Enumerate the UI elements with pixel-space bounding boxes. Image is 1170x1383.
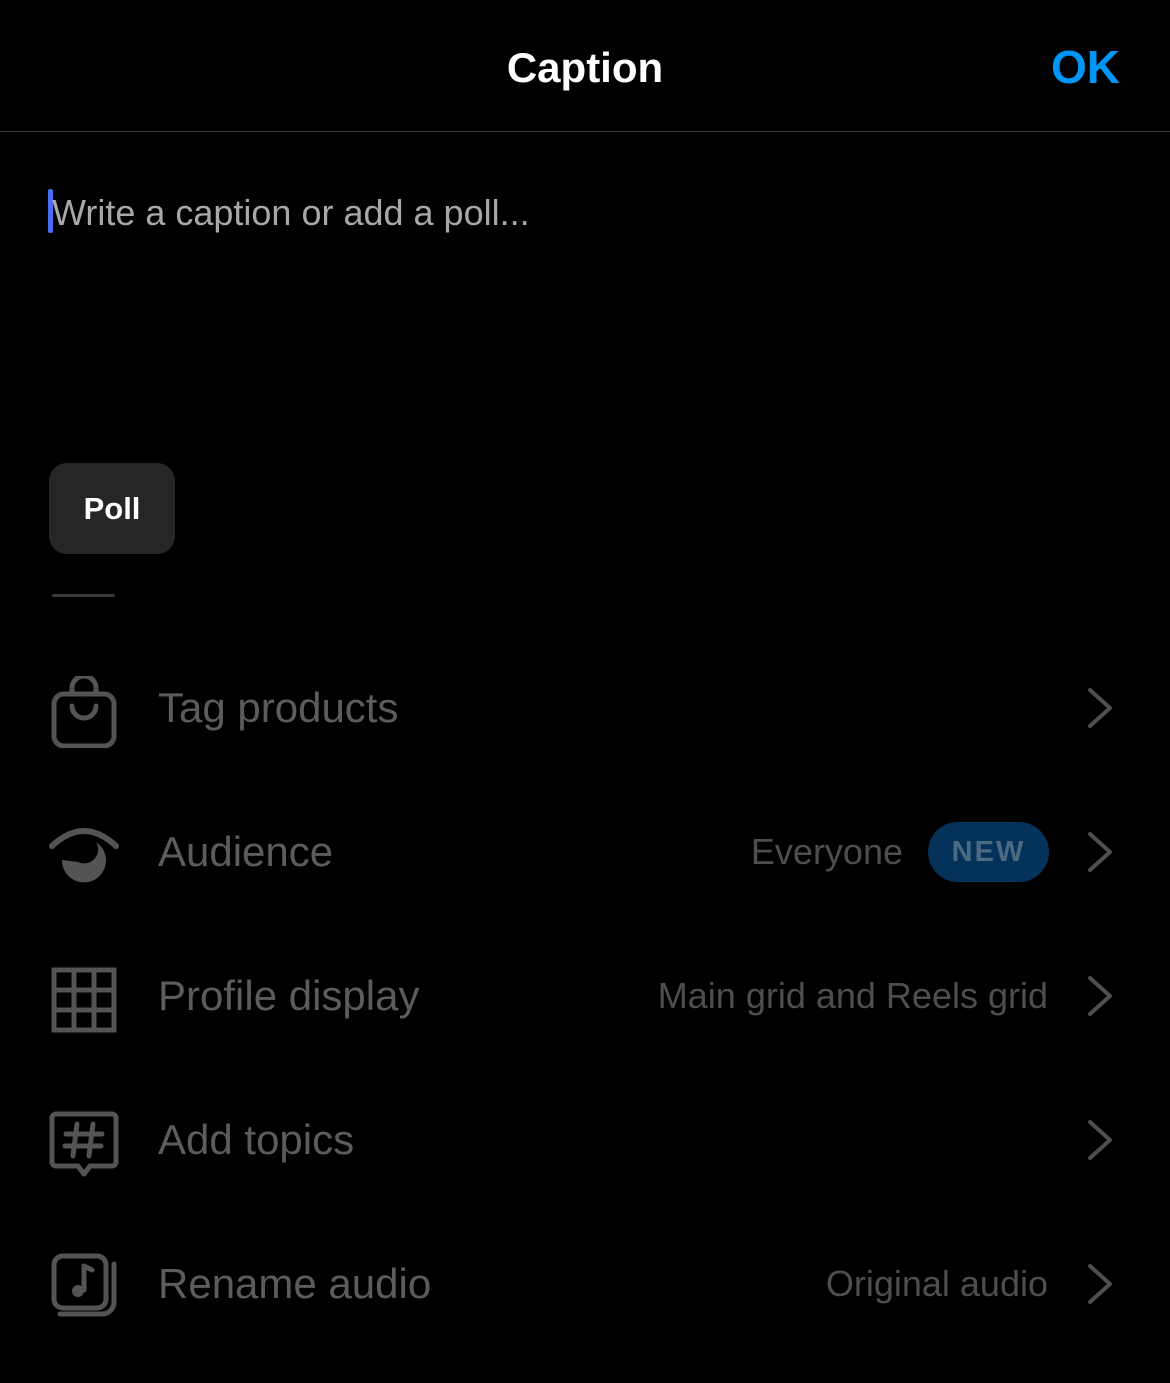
audience-value: Everyone (750, 831, 903, 872)
audience-eye-icon (48, 820, 120, 892)
rename-audio-value: Original audio (825, 1263, 1048, 1304)
hashtag-icon (48, 1108, 120, 1180)
add-topics-label: Add topics (158, 1116, 355, 1163)
chevron-right-icon (1080, 1118, 1120, 1162)
shopping-bag-icon (48, 673, 120, 749)
audience-row[interactable]: Audience Everyone NEW (0, 797, 1170, 907)
chevron-right-icon (1080, 1262, 1120, 1306)
header-bar: Caption OK (0, 0, 1170, 132)
tag-products-row[interactable]: Tag products (0, 653, 1170, 763)
chevron-right-icon (1080, 686, 1120, 730)
rename-audio-label: Rename audio (158, 1260, 432, 1307)
grid-icon (48, 964, 120, 1036)
poll-button[interactable]: Poll (49, 463, 175, 554)
caption-area[interactable] (48, 185, 1118, 245)
profile-display-value: Main grid and Reels grid (657, 975, 1048, 1016)
divider-line (52, 594, 115, 597)
caption-input[interactable] (52, 185, 1112, 241)
page-title: Caption (506, 44, 664, 91)
chevron-right-icon (1080, 974, 1120, 1018)
profile-display-label: Profile display (158, 972, 420, 1019)
tag-products-label: Tag products (158, 684, 399, 731)
music-note-icon (48, 1252, 120, 1324)
add-topics-row[interactable]: Add topics (0, 1085, 1170, 1195)
chevron-right-icon (1080, 830, 1120, 874)
profile-display-row[interactable]: Profile display Main grid and Reels grid (0, 941, 1170, 1051)
audience-label: Audience (158, 828, 334, 875)
new-badge: NEW (928, 822, 1049, 882)
rename-audio-row[interactable]: Rename audio Original audio (0, 1229, 1170, 1339)
ok-button[interactable]: OK (1051, 38, 1120, 96)
